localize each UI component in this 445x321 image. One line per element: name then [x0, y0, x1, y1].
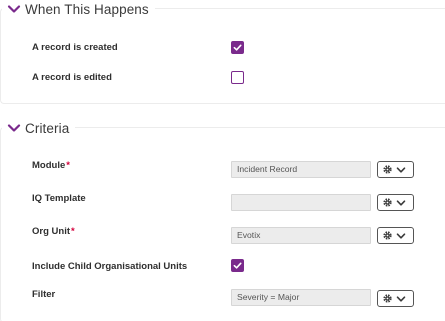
module-label: Module* — [32, 160, 70, 171]
gear-icon — [383, 165, 392, 174]
section-title: Criteria — [25, 120, 70, 136]
chevron-down-icon — [396, 232, 406, 239]
record-edited-label: A record is edited — [32, 72, 112, 83]
chevron-down-icon — [396, 166, 406, 173]
gear-icon — [383, 294, 392, 303]
required-marker: * — [66, 160, 70, 171]
record-edited-checkbox[interactable] — [231, 71, 244, 84]
section-title: When This Happens — [25, 1, 149, 17]
record-created-label: A record is created — [32, 42, 118, 53]
module-label-text: Module — [32, 160, 66, 171]
chevron-down-icon — [396, 199, 406, 206]
filter-label: Filter — [32, 289, 56, 300]
iq-template-options-button[interactable] — [377, 194, 414, 211]
module-options-button[interactable] — [377, 161, 414, 178]
check-icon — [233, 44, 242, 51]
when-this-happens-panel — [0, 8, 445, 104]
gear-icon — [383, 231, 392, 240]
required-marker: * — [71, 226, 75, 237]
iq-template-label: IQ Template — [32, 193, 86, 204]
include-child-units-checkbox[interactable] — [231, 259, 244, 272]
module-field[interactable]: Incident Record — [231, 161, 371, 178]
chevron-down-icon — [396, 295, 406, 302]
filter-options-button[interactable] — [377, 290, 414, 307]
org-unit-field[interactable]: Evotix — [231, 227, 371, 244]
criteria-header[interactable]: Criteria — [2, 119, 76, 137]
filter-field[interactable]: Severity = Major — [231, 289, 371, 306]
include-child-units-label: Include Child Organisational Units — [32, 261, 188, 272]
org-unit-label-text: Org Unit — [32, 226, 70, 237]
record-created-checkbox[interactable] — [231, 41, 244, 54]
org-unit-options-button[interactable] — [377, 227, 414, 244]
org-unit-label: Org Unit* — [32, 226, 75, 237]
chevron-down-icon[interactable] — [7, 2, 21, 16]
when-this-happens-header[interactable]: When This Happens — [2, 0, 155, 18]
chevron-down-icon[interactable] — [7, 121, 21, 135]
check-icon — [233, 262, 242, 269]
gear-icon — [383, 198, 392, 207]
iq-template-field[interactable] — [231, 194, 371, 211]
